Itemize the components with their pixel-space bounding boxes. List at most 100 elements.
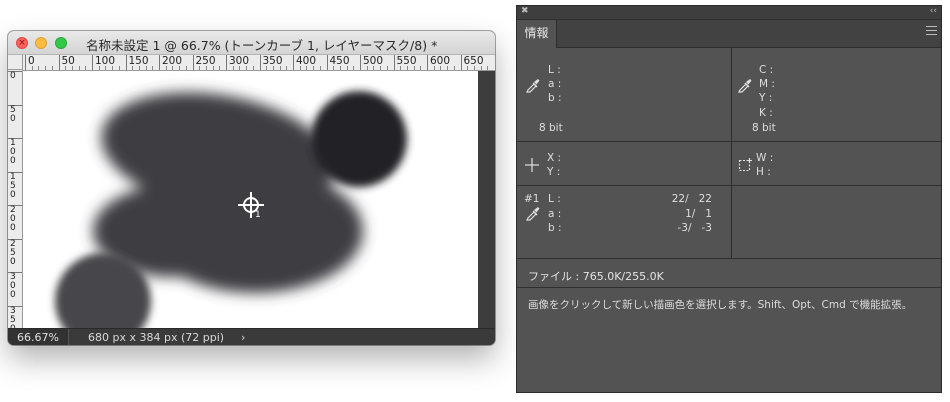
divider (517, 141, 941, 142)
lab-l-label: L : (548, 64, 561, 76)
ruler-h-minor-tick (78, 66, 80, 70)
ruler-h-minor-tick (266, 66, 268, 70)
cmyk-m-label: M : (759, 78, 775, 90)
ruler-h-minor-tick (145, 66, 147, 70)
sampler-a-value: 1/ 1 (685, 208, 712, 220)
ruler-h-minor-tick (386, 66, 388, 70)
eyedropper-sampler-icon[interactable] (525, 205, 541, 221)
panel-collapse-icon[interactable]: ‹‹ (930, 5, 937, 18)
maximize-window-button[interactable] (55, 37, 67, 49)
horizontal-ruler[interactable]: 0 50 100 150 200 250 300 350 400 450 500 550 600 650 (23, 55, 495, 71)
sampler-b-label: b : (548, 222, 562, 234)
cmyk-y-label: Y : (759, 92, 773, 104)
ruler-h-minor-tick (132, 66, 134, 70)
pos-x-label: X : (547, 152, 562, 164)
divider (517, 287, 941, 288)
ruler-h-minor-tick (31, 66, 33, 70)
ruler-h-minor-tick (333, 66, 335, 70)
ruler-h-minor-tick (51, 66, 53, 70)
eyedropper-lab-icon[interactable] (525, 77, 541, 93)
ruler-v-label: 150 (10, 171, 16, 200)
sampler-a-label: a : (548, 208, 562, 220)
title-bar[interactable]: × 名称未設定 1 @ 66.7% (トーンカーブ 1, レイヤーマスク/8) … (8, 31, 495, 55)
ruler-v-label: 100 (10, 138, 16, 166)
ruler-h-minor-tick (286, 66, 288, 70)
ruler-v-label: 0 (10, 71, 16, 81)
ruler-h-minor-tick (118, 66, 120, 70)
ruler-h-minor-tick (205, 66, 207, 70)
lab-bit-depth[interactable]: 8 bit (539, 121, 563, 135)
ruler-h-minor-tick (373, 66, 375, 70)
ruler-h-minor-tick (447, 66, 449, 70)
sampler-id: #1 (524, 193, 540, 205)
panel-header[interactable]: ✖ ‹‹ (517, 6, 941, 20)
sampler-b-value: -3/ -3 (677, 222, 713, 234)
ruler-h-minor-tick (353, 66, 355, 70)
size-w-label: W : (756, 152, 774, 164)
ruler-h-minor-tick (152, 66, 154, 70)
close-icon: × (18, 38, 26, 48)
tab-strip: 情報 (517, 20, 941, 48)
document-window: × 名称未設定 1 @ 66.7% (トーンカーブ 1, レイヤーマスク/8) … (8, 31, 495, 345)
ruler-h-minor-tick (313, 66, 315, 70)
ruler-h-minor-tick (272, 66, 274, 70)
ruler-origin[interactable] (8, 55, 23, 70)
panel-menu-icon[interactable] (926, 26, 937, 38)
zoom-field[interactable]: 66.67% (8, 329, 69, 345)
ruler-h-minor-tick (112, 66, 114, 70)
ruler-h-minor-tick (45, 66, 47, 70)
ruler-h-minor-tick (252, 66, 254, 70)
blurred-shape-main (93, 92, 363, 293)
cmyk-bit-depth[interactable]: 8 bit (752, 121, 776, 135)
ruler-h-minor-tick (413, 66, 415, 70)
ruler-h-minor-tick (299, 66, 301, 70)
cmyk-k-label: K : (759, 107, 773, 119)
document-canvas[interactable]: 1 (23, 71, 478, 328)
ruler-h-minor-tick (172, 66, 174, 70)
ruler-v-label: 200 (10, 205, 16, 233)
ruler-h-minor-tick (487, 66, 489, 70)
sampler-l-value: 22/ 22 (671, 193, 712, 205)
cmyk-c-label: C : (759, 64, 774, 76)
ruler-h-minor-tick (440, 66, 442, 70)
ruler-h-minor-tick (239, 66, 241, 70)
minimize-window-button[interactable] (35, 37, 47, 49)
file-size-info: ファイル : 765.0K/255.0K (528, 270, 664, 283)
ruler-h-minor-tick (480, 66, 482, 70)
ruler-h-minor-tick (179, 66, 181, 70)
ruler-h-minor-tick (138, 66, 140, 70)
canvas-artwork: 1 (55, 91, 407, 328)
ruler-h-minor-tick (306, 66, 308, 70)
lab-a-label: a : (548, 78, 562, 90)
eyedropper-cmyk-icon[interactable] (737, 77, 753, 93)
ruler-h-minor-tick (38, 66, 40, 70)
ruler-h-minor-tick (219, 66, 221, 70)
ruler-h-minor-tick (279, 66, 281, 70)
ruler-h-minor-tick (212, 66, 214, 70)
panel-close-icon[interactable]: ✖ (521, 5, 529, 18)
pos-y-label: Y : (547, 166, 561, 178)
ruler-h-minor-tick (65, 66, 67, 70)
sampler-number: 1 (255, 210, 261, 220)
tab-info[interactable]: 情報 (517, 20, 557, 48)
crosshair-icon[interactable] (524, 157, 540, 173)
info-panel: ✖ ‹‹ 情報 L : a : b : 8 bit C : M : Y : K … (516, 5, 942, 393)
close-window-button[interactable]: × (16, 37, 28, 49)
status-bar: 66.67% 680 px x 384 px (72 ppi) › (8, 328, 495, 345)
selection-size-icon (738, 158, 752, 172)
status-menu-arrow-icon[interactable]: › (241, 329, 245, 345)
ruler-h-minor-tick (199, 66, 201, 70)
blurred-circle-top (311, 91, 407, 187)
ruler-h-minor-tick (433, 66, 435, 70)
ruler-h-minor-tick (380, 66, 382, 70)
tool-hint: 画像をクリックして新しい描画色を選択します。Shift、Opt、Cmd で機能拡… (528, 299, 913, 311)
ruler-v-label: 300 (10, 272, 16, 300)
ruler-h-minor-tick (165, 66, 167, 70)
document-title: 名称未設定 1 @ 66.7% (トーンカーブ 1, レイヤーマスク/8) * (86, 38, 438, 53)
ruler-h-minor-tick (420, 66, 422, 70)
ruler-h-minor-tick (232, 66, 234, 70)
size-h-label: H : (756, 166, 771, 178)
vertical-ruler[interactable]: 0 50 100 150 200 250 300 350 (8, 70, 23, 328)
ruler-h-minor-tick (185, 66, 187, 70)
ruler-h-minor-tick (467, 66, 469, 70)
